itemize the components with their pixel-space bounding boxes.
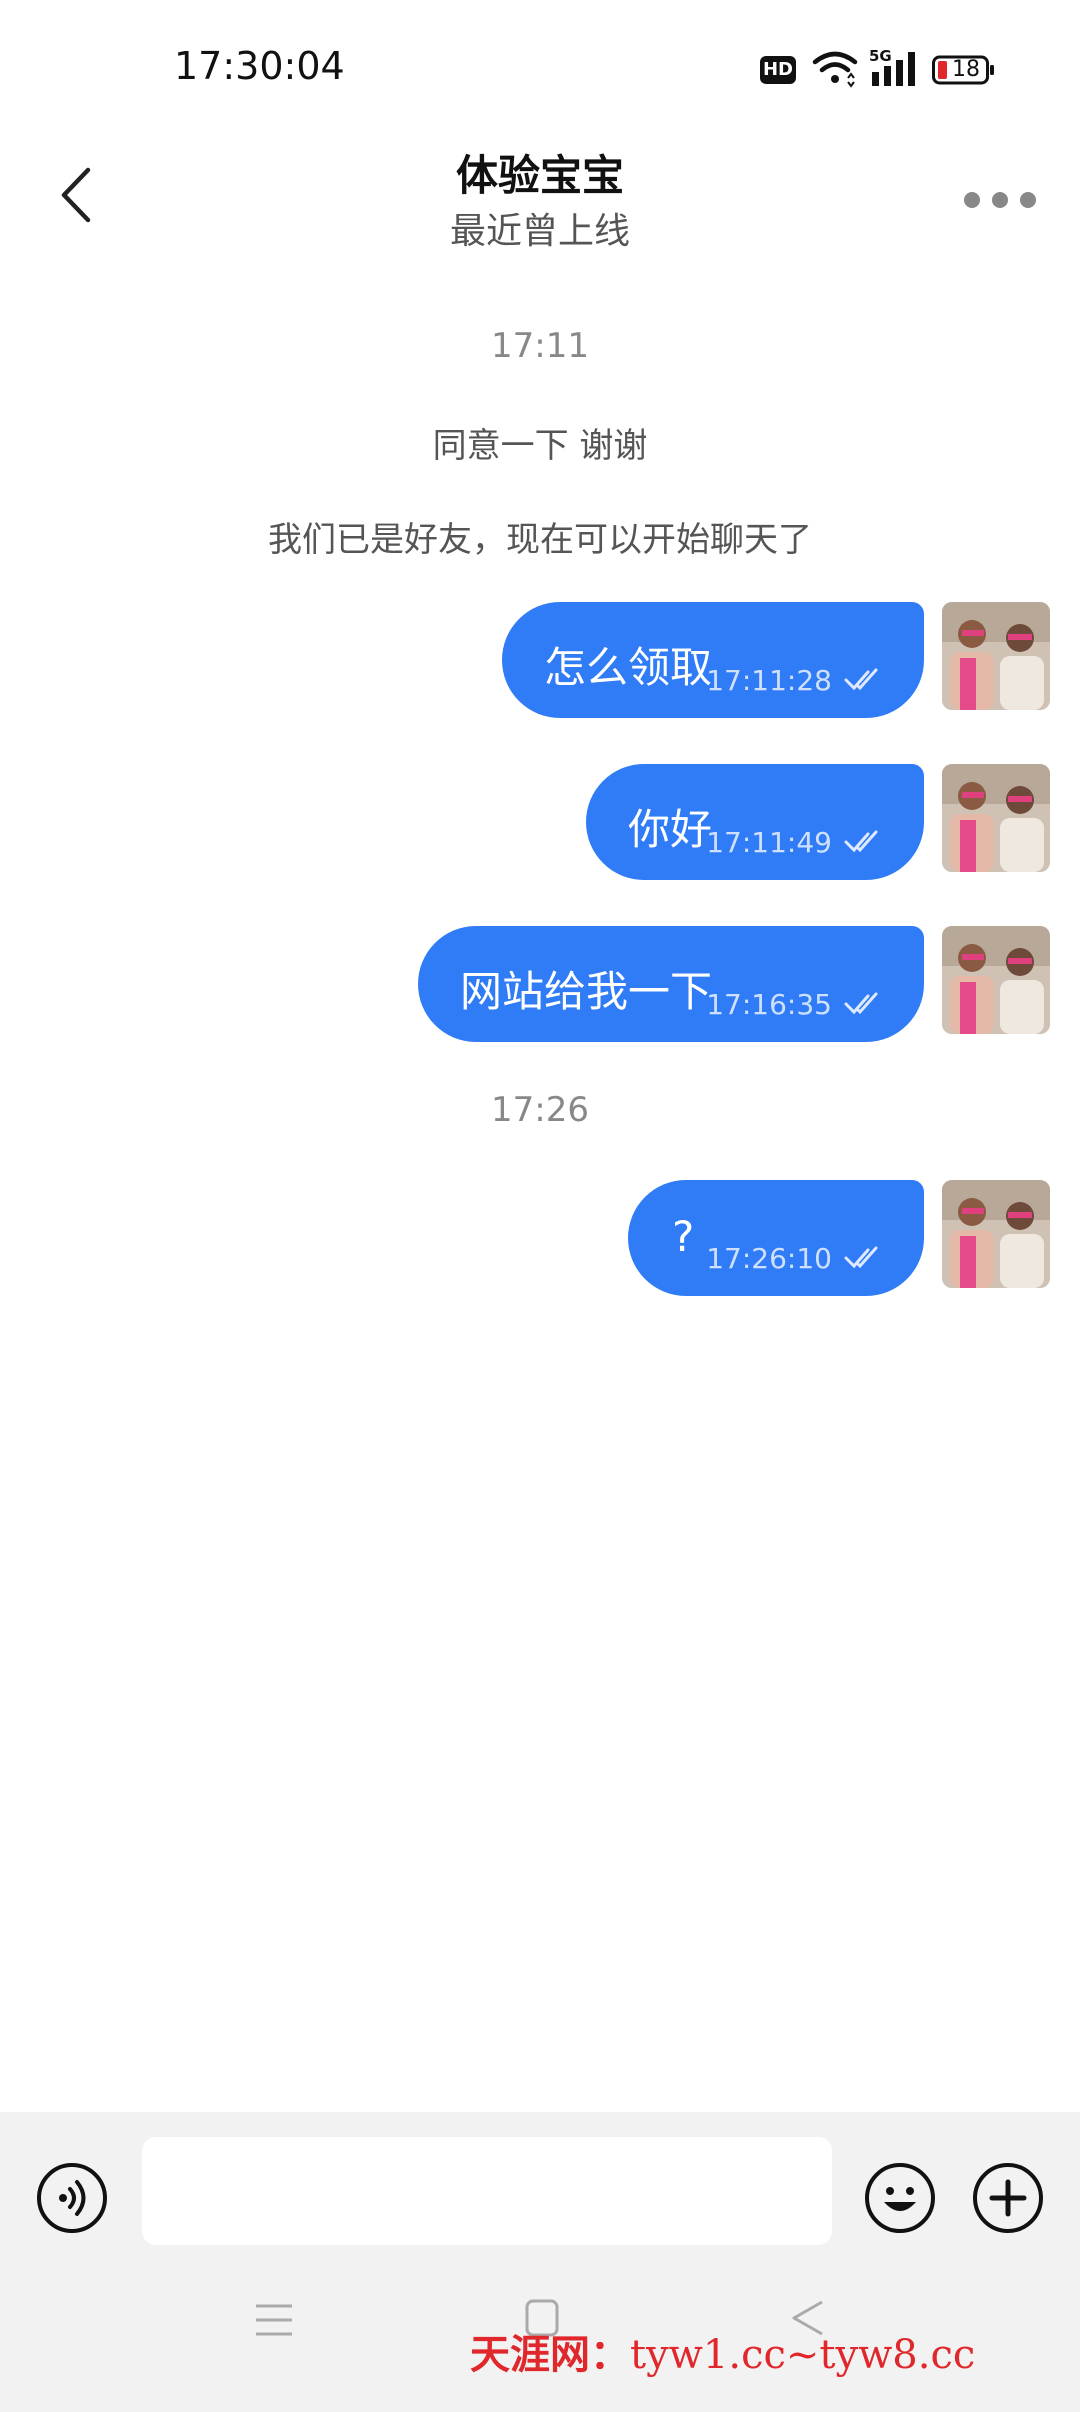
emoji-button[interactable] [864,2162,936,2234]
timestamp-divider: 17:11 [491,326,589,366]
smiley-icon [865,2163,935,2233]
double-check-icon [844,992,878,1015]
message-time: 17:11:49 [706,826,832,859]
watermark-urls: tyw1.cc~tyw8.cc [630,2332,976,2378]
message-bubble[interactable]: 你好 17:11:49 [586,764,924,880]
message-text: ? [672,1212,695,1261]
voice-icon [37,2163,107,2233]
chat-header: 体验宝宝 最近曾上线 [0,130,1080,280]
network-label: 5G [869,48,892,65]
more-button[interactable] [960,180,1040,220]
battery-icon: 18 [932,54,996,86]
system-message: 同意一下 谢谢 [432,426,648,466]
message-input[interactable] [142,2137,832,2245]
hd-badge: HD [760,56,796,84]
nav-menu-button[interactable] [254,2300,294,2340]
avatar[interactable] [942,764,1050,872]
status-time: 17:30:04 [174,44,345,88]
avatar-photo [942,764,1050,872]
timestamp-divider: 17:26 [491,1090,589,1130]
message-time: 17:11:28 [706,664,832,697]
message-time: 17:26:10 [706,1242,832,1275]
watermark-brand: 天涯网： [470,2331,630,2378]
avatar-photo [942,1180,1050,1288]
system-message: 我们已是好友，现在可以开始聊天了 [268,520,812,560]
message-bubble[interactable]: 网站给我一下 17:16:35 [418,926,924,1042]
signal-icon: 5G [869,48,915,86]
message-time: 17:16:35 [706,988,832,1021]
avatar[interactable] [942,926,1050,1034]
double-check-icon [844,1246,878,1269]
double-check-icon [844,830,878,853]
chat-title: 体验宝宝 [455,151,624,200]
avatar-photo [942,602,1050,710]
avatar-photo [942,926,1050,1034]
message-bubble[interactable]: ? 17:26:10 [628,1180,924,1296]
chat-status: 最近曾上线 [449,211,630,252]
double-check-icon [844,668,878,691]
avatar[interactable] [942,1180,1050,1288]
battery-level: 18 [952,57,980,82]
menu-icon [256,2304,292,2336]
message-text: 你好 [628,805,713,854]
message-text: 怎么领取 [544,643,713,692]
watermark: 天涯网：tyw1.cc~tyw8.cc [470,2322,975,2380]
plus-circle-icon [973,2163,1043,2233]
more-actions-button[interactable] [972,2162,1044,2234]
more-horizontal-icon [964,192,1036,208]
chat-screen: 17:30:04 HD 5G 18 体验宝宝 最近曾上线 17:11 同意一下 … [0,0,1080,2412]
avatar[interactable] [942,602,1050,710]
message-text: 网站给我一下 [460,967,713,1016]
wifi-icon [812,51,858,88]
voice-button[interactable] [36,2162,108,2234]
status-bar: 17:30:04 HD 5G 18 [0,0,1080,130]
message-bubble[interactable]: 怎么领取 17:11:28 [502,602,924,718]
